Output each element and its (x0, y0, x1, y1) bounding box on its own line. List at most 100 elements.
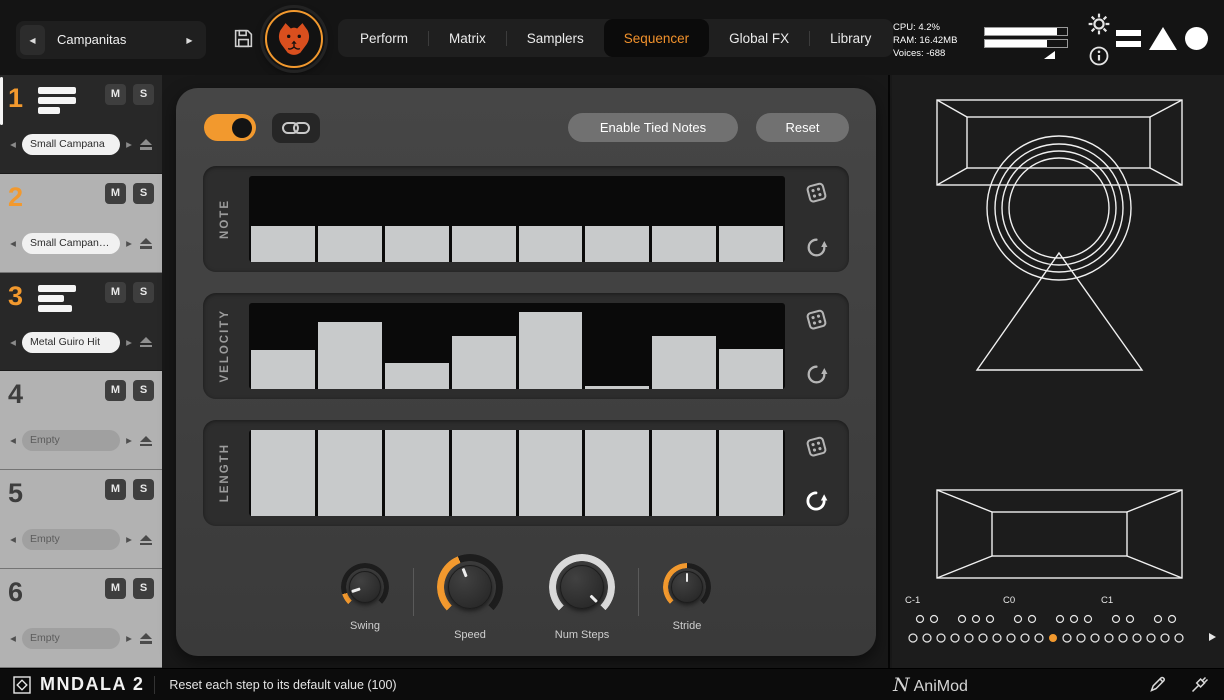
step-bar[interactable] (385, 430, 449, 516)
sampler-slot-1[interactable]: 1 M S ◀ Small Campana ▶ (0, 75, 162, 174)
key-dot[interactable] (1015, 616, 1022, 623)
key-dot[interactable] (1155, 616, 1162, 623)
step-bar[interactable] (452, 336, 516, 389)
preset-name[interactable]: Campanitas (45, 25, 177, 55)
sample-prev-button[interactable]: ◀ (8, 239, 18, 248)
step-bar[interactable] (385, 226, 449, 262)
mute-button[interactable]: M (105, 84, 126, 105)
key-dot[interactable] (1119, 634, 1127, 642)
solo-button[interactable]: S (133, 183, 154, 204)
eject-icon[interactable] (138, 234, 154, 252)
key-dot[interactable] (1127, 616, 1134, 623)
row-reset-icon[interactable] (797, 228, 835, 266)
sampler-slot-3[interactable]: 3 M S ◀ Metal Guiro Hit ▶ (0, 273, 162, 372)
step-bar[interactable] (452, 430, 516, 516)
sample-next-button[interactable]: ▶ (124, 535, 134, 544)
key-dot[interactable] (1175, 634, 1183, 642)
solo-button[interactable]: S (133, 84, 154, 105)
pencil-icon[interactable] (1148, 674, 1168, 697)
gear-icon[interactable] (1087, 12, 1111, 39)
key-dot[interactable] (1133, 634, 1141, 642)
link-icon[interactable] (272, 113, 320, 143)
key-dot[interactable] (1085, 616, 1092, 623)
key-dot[interactable] (1057, 616, 1064, 623)
key-dot[interactable] (979, 634, 987, 642)
key-dot[interactable] (909, 634, 917, 642)
eject-icon[interactable] (138, 630, 154, 648)
enable-tied-notes-button[interactable]: Enable Tied Notes (568, 113, 738, 142)
step-bar[interactable] (652, 336, 716, 389)
key-dot[interactable] (923, 634, 931, 642)
num-steps-knob[interactable]: Num Steps (526, 550, 638, 650)
key-dot[interactable] (1091, 634, 1099, 642)
key-dot[interactable] (1161, 634, 1169, 642)
info-icon[interactable] (1088, 45, 1110, 70)
step-bar[interactable] (318, 322, 382, 389)
reset-button[interactable]: Reset (756, 113, 849, 142)
key-dot[interactable] (1035, 634, 1043, 642)
sequencer-enable-toggle[interactable] (204, 114, 256, 141)
randomize-dice-icon[interactable] (797, 426, 835, 464)
step-bar[interactable] (719, 430, 783, 516)
step-bar[interactable] (251, 430, 315, 516)
sample-select[interactable]: Empty (22, 628, 120, 649)
key-dot[interactable] (1029, 616, 1036, 623)
tab-samplers[interactable]: Samplers (507, 19, 604, 57)
preset-prev-button[interactable]: ◀ (20, 25, 45, 55)
solo-button[interactable]: S (133, 380, 154, 401)
speed-knob[interactable]: Speed (414, 550, 526, 650)
key-dot[interactable] (917, 616, 924, 623)
eject-icon[interactable] (138, 333, 154, 351)
patch-cable-icon[interactable] (1190, 674, 1210, 697)
sample-select[interactable]: Small Campana (22, 134, 120, 155)
key-dot[interactable] (965, 634, 973, 642)
mute-button[interactable]: M (105, 380, 126, 401)
sample-next-button[interactable]: ▶ (124, 140, 134, 149)
key-dot[interactable] (1007, 634, 1015, 642)
sample-select[interactable]: Empty (22, 529, 120, 550)
step-bar[interactable] (652, 430, 716, 516)
sample-next-button[interactable]: ▶ (124, 436, 134, 445)
key-dot[interactable] (1021, 634, 1029, 642)
step-bar[interactable] (585, 430, 649, 516)
key-dot[interactable] (951, 634, 959, 642)
key-dot[interactable] (973, 616, 980, 623)
active-key-dot[interactable] (1049, 634, 1057, 642)
key-dot[interactable] (931, 616, 938, 623)
sample-select[interactable]: Metal Guiro Hit (22, 332, 120, 353)
step-bar[interactable] (519, 226, 583, 262)
key-dot[interactable] (1071, 616, 1078, 623)
step-bar[interactable] (251, 350, 315, 389)
tab-library[interactable]: Library (810, 19, 891, 57)
mute-button[interactable]: M (105, 282, 126, 303)
key-dot[interactable] (1063, 634, 1071, 642)
tab-perform[interactable]: Perform (340, 19, 428, 57)
sample-select[interactable]: Empty (22, 430, 120, 451)
tab-sequencer[interactable]: Sequencer (604, 19, 709, 57)
key-dot[interactable] (937, 634, 945, 642)
sample-prev-button[interactable]: ◀ (8, 634, 18, 643)
step-bar[interactable] (519, 430, 583, 516)
sample-select[interactable]: Small Campana In... (22, 233, 120, 254)
step-bar[interactable] (452, 226, 516, 262)
sample-next-button[interactable]: ▶ (124, 634, 134, 643)
step-bar[interactable] (719, 226, 783, 262)
step-bar[interactable] (385, 363, 449, 389)
note-step-grid[interactable] (249, 176, 785, 262)
key-dot[interactable] (1105, 634, 1113, 642)
key-dot[interactable] (1077, 634, 1085, 642)
key-dot[interactable] (1147, 634, 1155, 642)
sampler-slot-4[interactable]: 4 M S ◀ Empty ▶ (0, 371, 162, 470)
sample-prev-button[interactable]: ◀ (8, 436, 18, 445)
sampler-slot-5[interactable]: 5 M S ◀ Empty ▶ (0, 470, 162, 569)
sidebar-scrollbar[interactable] (0, 77, 3, 125)
key-dot[interactable] (959, 616, 966, 623)
key-dot[interactable] (993, 634, 1001, 642)
randomize-dice-icon[interactable] (797, 172, 835, 210)
sample-next-button[interactable]: ▶ (124, 239, 134, 248)
sampler-slot-6[interactable]: 6 M S ◀ Empty ▶ (0, 569, 162, 668)
sampler-slot-2[interactable]: 2 M S ◀ Small Campana In... ▶ (0, 174, 162, 273)
sample-next-button[interactable]: ▶ (124, 338, 134, 347)
tab-global-fx[interactable]: Global FX (709, 19, 809, 57)
stride-knob[interactable]: Stride (639, 550, 735, 650)
